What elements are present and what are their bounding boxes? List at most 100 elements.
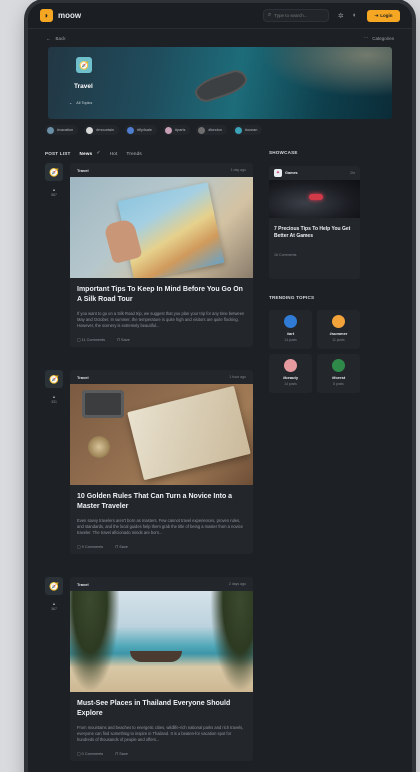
login-button[interactable]: ⇥ Login [367, 9, 400, 22]
topic-posts: 14 posts [284, 338, 297, 342]
comments-button[interactable]: ▢ 9 Comments [77, 544, 103, 549]
settings-icon[interactable]: ✲ [338, 12, 344, 20]
banner-shore [262, 47, 392, 97]
check-icon: ✓ [96, 150, 101, 156]
bookmark-icon: ⊓ [115, 751, 119, 756]
tab-news[interactable]: News [80, 151, 93, 156]
tag-chip[interactable]: #london [196, 125, 227, 135]
showcase-time: 2hr [350, 171, 355, 175]
tag-label: #paris [175, 128, 186, 132]
topic-name: #summer [329, 331, 348, 336]
tag-chips: #vacation #mountain #fly4sale #paris #lo… [45, 125, 263, 135]
tag-chip[interactable]: #fly4sale [125, 125, 157, 135]
save-label: Save [121, 337, 130, 342]
tag-chip[interactable]: #paris [163, 125, 191, 135]
post-title[interactable]: 10 Golden Rules That Can Turn a Novice I… [70, 492, 253, 512]
sub-nav: ← Back ⋯ Categories [28, 29, 412, 47]
upvote-icon[interactable]: ▲ [52, 601, 56, 606]
post-title[interactable]: Important Tips To Keep In Mind Before Yo… [70, 285, 253, 305]
tree-shape [70, 591, 120, 692]
back-arrow-icon[interactable]: ← [46, 36, 51, 41]
comments-button[interactable]: ▢ 0 Comments [77, 751, 103, 756]
search-box[interactable]: ⌕ [262, 9, 329, 22]
post-card[interactable]: Travel 2 days ago Must-See Places in Thai… [70, 577, 253, 761]
save-label: Save [119, 751, 128, 756]
upvote-icon[interactable]: ▲ [52, 394, 56, 399]
search-icon: ⌕ [267, 12, 272, 18]
comments-button[interactable]: ▢ 11 Comments [77, 337, 105, 342]
all-topics-link[interactable]: ⌄ All Topics [69, 100, 92, 105]
post-category[interactable]: Travel [77, 168, 89, 173]
mouse-led [309, 194, 323, 200]
tag-label: #fly4sale [137, 128, 152, 132]
showcase-image[interactable] [269, 180, 360, 218]
save-button[interactable]: ⊓ Save [115, 544, 128, 549]
post-list-label: POST LIST [45, 150, 71, 156]
tab-hot[interactable]: Hot [110, 151, 118, 156]
vote-column: 🧭 ▲ 331 [45, 370, 63, 404]
topic-card[interactable]: #summer 11 posts [317, 310, 360, 349]
tag-label: #london [208, 128, 222, 132]
post-image[interactable] [70, 177, 253, 278]
save-button[interactable]: ⊓ Save [117, 337, 130, 342]
topic-avatar [284, 315, 297, 328]
tag-label: #vacation [57, 128, 74, 132]
post-excerpt: From mountains and beaches to energetic … [77, 725, 244, 742]
bookmark-icon: ⊓ [115, 544, 119, 549]
post-item: 🧭 ▲ 587 Travel 1 day ago Important Tips T… [45, 163, 253, 363]
post-card[interactable]: Travel 1 hour ago 10 Golden Rules That Ca… [70, 370, 253, 554]
tag-label: #mountain [96, 128, 114, 132]
topic-avatar [332, 315, 345, 328]
travel-icon: 🧭 [76, 57, 92, 73]
post-excerpt: Even savvy travelers aren't born as mast… [77, 518, 243, 535]
topic-card[interactable]: #forest 8 posts [317, 354, 360, 393]
save-label: Save [119, 544, 128, 549]
camera-shape [82, 390, 124, 418]
tag-label: #ocean [244, 128, 258, 132]
post-time: 2 days ago [228, 582, 246, 586]
topic-avatar [332, 359, 345, 372]
bookmark-icon: ⊓ [117, 337, 120, 342]
topic-card[interactable]: #art 14 posts [269, 310, 312, 349]
topic-posts: 14 posts [284, 382, 297, 386]
upvote-icon[interactable]: ▲ [52, 187, 56, 192]
post-list-header: POST LIST News ✓ Hot Trends [45, 150, 142, 156]
save-button[interactable]: ⊓ Save [115, 751, 128, 756]
book-shape [127, 385, 251, 481]
comment-icon: ▢ [77, 337, 81, 342]
back-link[interactable]: Back [56, 36, 66, 41]
topic-card[interactable]: #beauty 14 posts [269, 354, 312, 393]
comments-count: 11 Comments [81, 337, 106, 342]
post-image[interactable] [70, 591, 253, 692]
post-thumb[interactable]: 🧭 [45, 370, 63, 388]
categories-link[interactable]: Categories [372, 36, 394, 41]
search-input[interactable] [274, 13, 327, 18]
categories-icon[interactable]: ⋯ [364, 35, 369, 41]
brand-name[interactable]: moow [58, 11, 81, 20]
vote-count: 331 [51, 400, 57, 404]
tag-chip[interactable]: #ocean [232, 125, 263, 135]
post-category[interactable]: Travel [77, 375, 89, 380]
top-bar: ◗ moow ⌕ ✲ ◐ ⇥ Login [28, 3, 412, 29]
topic-avatar [284, 359, 297, 372]
showcase-author[interactable]: Games [285, 171, 298, 175]
post-image[interactable] [70, 384, 253, 485]
post-thumb[interactable]: 🧭 [45, 577, 63, 595]
tag-chip[interactable]: #vacation [45, 125, 79, 135]
logo-icon[interactable]: ◗ [40, 9, 53, 22]
post-item: 🧭 ▲ 367 Travel 2 days ago Must-See Places… [45, 577, 253, 772]
banner-boat [194, 69, 248, 103]
showcase-title[interactable]: 7 Precious Tips To Help You Get Better A… [269, 226, 360, 240]
post-title[interactable]: Must-See Places in Thailand Everyone Sho… [70, 699, 253, 719]
tab-trends[interactable]: Trends [127, 151, 142, 156]
post-category[interactable]: Travel [77, 582, 89, 587]
showcase-card[interactable]: ✦ Games 2hr 7 Precious Tips To Help You … [269, 166, 360, 279]
moon-icon[interactable]: ◐ [353, 12, 357, 19]
post-card[interactable]: Travel 1 day ago Important Tips To Keep I… [70, 163, 253, 347]
tag-chip[interactable]: #mountain [84, 125, 119, 135]
app-window: ◗ moow ⌕ ✲ ◐ ⇥ Login ← Back ⋯ Categories… [28, 3, 412, 772]
chevron-down-icon: ⌄ [69, 101, 73, 105]
games-avatar-icon[interactable]: ✦ [274, 169, 282, 177]
topic-posts: 8 posts [333, 382, 344, 386]
post-thumb[interactable]: 🧭 [45, 163, 63, 181]
